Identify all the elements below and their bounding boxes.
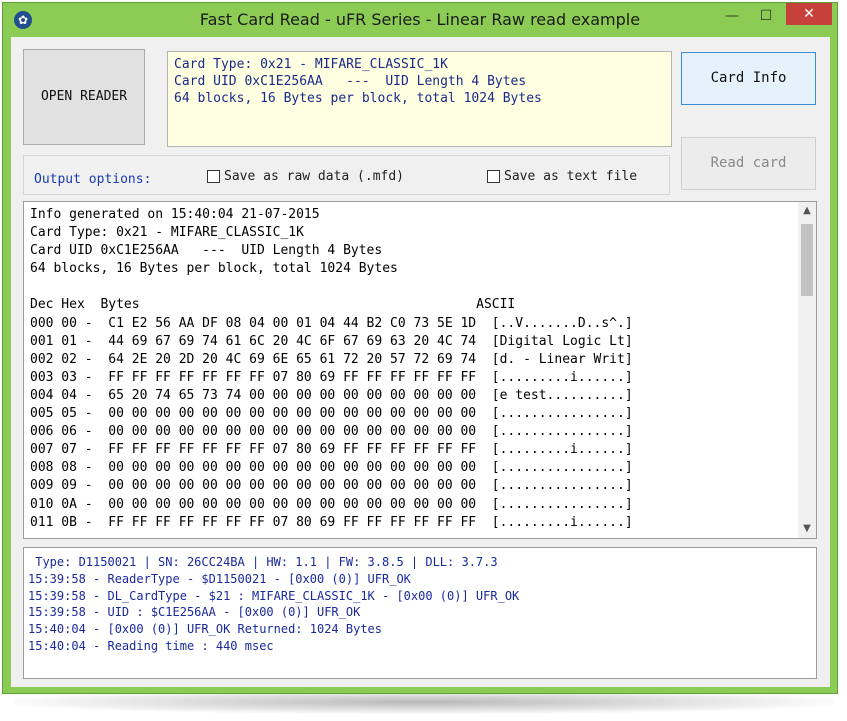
output-line: 000 00 - C1 E2 56 AA DF 08 04 00 01 04 4… (30, 315, 633, 331)
log-line: 15:40:04 - [0x00 (0)] UFR_OK Returned: 1… (28, 622, 383, 637)
output-options-group: Output options: Save as raw data (.mfd) … (23, 155, 670, 195)
output-line: 006 06 - 00 00 00 00 00 00 00 00 00 00 0… (30, 424, 633, 440)
app-window: ✿ Fast Card Read - uFR Series - Linear R… (2, 2, 838, 694)
output-line: 005 05 - 00 00 00 00 00 00 00 00 00 00 0… (30, 406, 633, 422)
client-area: OPEN READER Card Type: 0x21 - MIFARE_CLA… (11, 37, 830, 687)
output-line: 003 03 - FF FF FF FF FF FF FF 07 80 69 F… (30, 369, 633, 385)
output-line: Card UID 0xC1E256AA --- UID Length 4 Byt… (30, 243, 383, 259)
card-info-button[interactable]: Card Info (681, 52, 816, 105)
close-button[interactable]: ✕ (786, 3, 832, 25)
card-blocks-line: 64 blocks, 16 Bytes per block, total 102… (174, 91, 542, 106)
main-output-textbox[interactable]: Info generated on 15:40:04 21-07-2015 Car… (23, 201, 817, 539)
output-line: 007 07 - FF FF FF FF FF FF FF 07 80 69 F… (30, 442, 633, 458)
save-raw-checkbox[interactable] (207, 170, 220, 183)
output-line: 010 0A - 00 00 00 00 00 00 00 00 00 00 0… (30, 496, 633, 512)
log-line: Type: D1150021 | SN: 26CC24BA | HW: 1.1 … (28, 555, 498, 569)
output-line: 009 09 - 00 00 00 00 00 00 00 00 00 00 0… (30, 478, 633, 494)
output-line: 011 0B - FF FF FF FF FF FF FF 07 80 69 F… (30, 514, 633, 530)
log-line: 15:39:58 - UID : $C1E256AA - [0x00 (0)] … (28, 605, 361, 620)
save-text-label[interactable]: Save as text file (504, 169, 637, 184)
open-reader-button[interactable]: OPEN READER (23, 49, 145, 145)
main-output-scrollbar[interactable]: ▲ ▼ (798, 202, 816, 538)
output-line: 64 blocks, 16 Bytes per block, total 102… (30, 261, 398, 277)
main-output-lines: Info generated on 15:40:04 21-07-2015 Car… (30, 206, 633, 532)
card-type-line: Card Type: 0x21 - MIFARE_CLASSIC_1K (174, 57, 448, 72)
save-raw-label[interactable]: Save as raw data (.mfd) (224, 169, 404, 184)
output-line: Card Type: 0x21 - MIFARE_CLASSIC_1K (30, 225, 304, 241)
output-line: 001 01 - 44 69 67 69 74 61 6C 20 4C 6F 6… (30, 333, 633, 349)
output-line: 002 02 - 64 2E 20 2D 20 4C 69 6E 65 61 7… (30, 351, 633, 367)
save-text-checkbox[interactable] (487, 170, 500, 183)
output-line: 004 04 - 65 20 74 65 73 74 00 00 00 00 0… (30, 387, 633, 403)
output-line: Dec Hex Bytes ASCII (30, 297, 516, 313)
scroll-up-icon[interactable]: ▲ (798, 202, 816, 220)
window-title: Fast Card Read - uFR Series - Linear Raw… (199, 10, 641, 29)
read-card-button[interactable]: Read card (681, 137, 816, 190)
minimize-button[interactable]: — (717, 5, 747, 29)
output-options-label: Output options: (34, 172, 152, 187)
card-info-box: Card Type: 0x21 - MIFARE_CLASSIC_1K Card… (167, 51, 672, 147)
output-line: 008 08 - 00 00 00 00 00 00 00 00 00 00 0… (30, 460, 633, 476)
log-line: 15:39:58 - DL_CardType - $21 : MIFARE_CL… (28, 588, 520, 603)
scroll-thumb[interactable] (801, 224, 813, 296)
scroll-down-icon[interactable]: ▼ (798, 520, 816, 538)
log-line: 15:39:58 - ReaderType - $D1150021 - [0x0… (28, 571, 411, 586)
log-textbox[interactable]: Type: D1150021 | SN: 26CC24BA | HW: 1.1 … (23, 547, 817, 679)
output-line: Info generated on 15:40:04 21-07-2015 (30, 207, 320, 222)
title-bar[interactable]: ✿ Fast Card Read - uFR Series - Linear R… (3, 3, 837, 37)
log-line: 15:40:04 - Reading time : 440 msec (28, 638, 274, 653)
card-uid-line: Card UID 0xC1E256AA --- UID Length 4 Byt… (174, 74, 527, 89)
maximize-button[interactable]: ☐ (751, 5, 781, 29)
log-lines: Type: D1150021 | SN: 26CC24BA | HW: 1.1 … (28, 554, 519, 655)
